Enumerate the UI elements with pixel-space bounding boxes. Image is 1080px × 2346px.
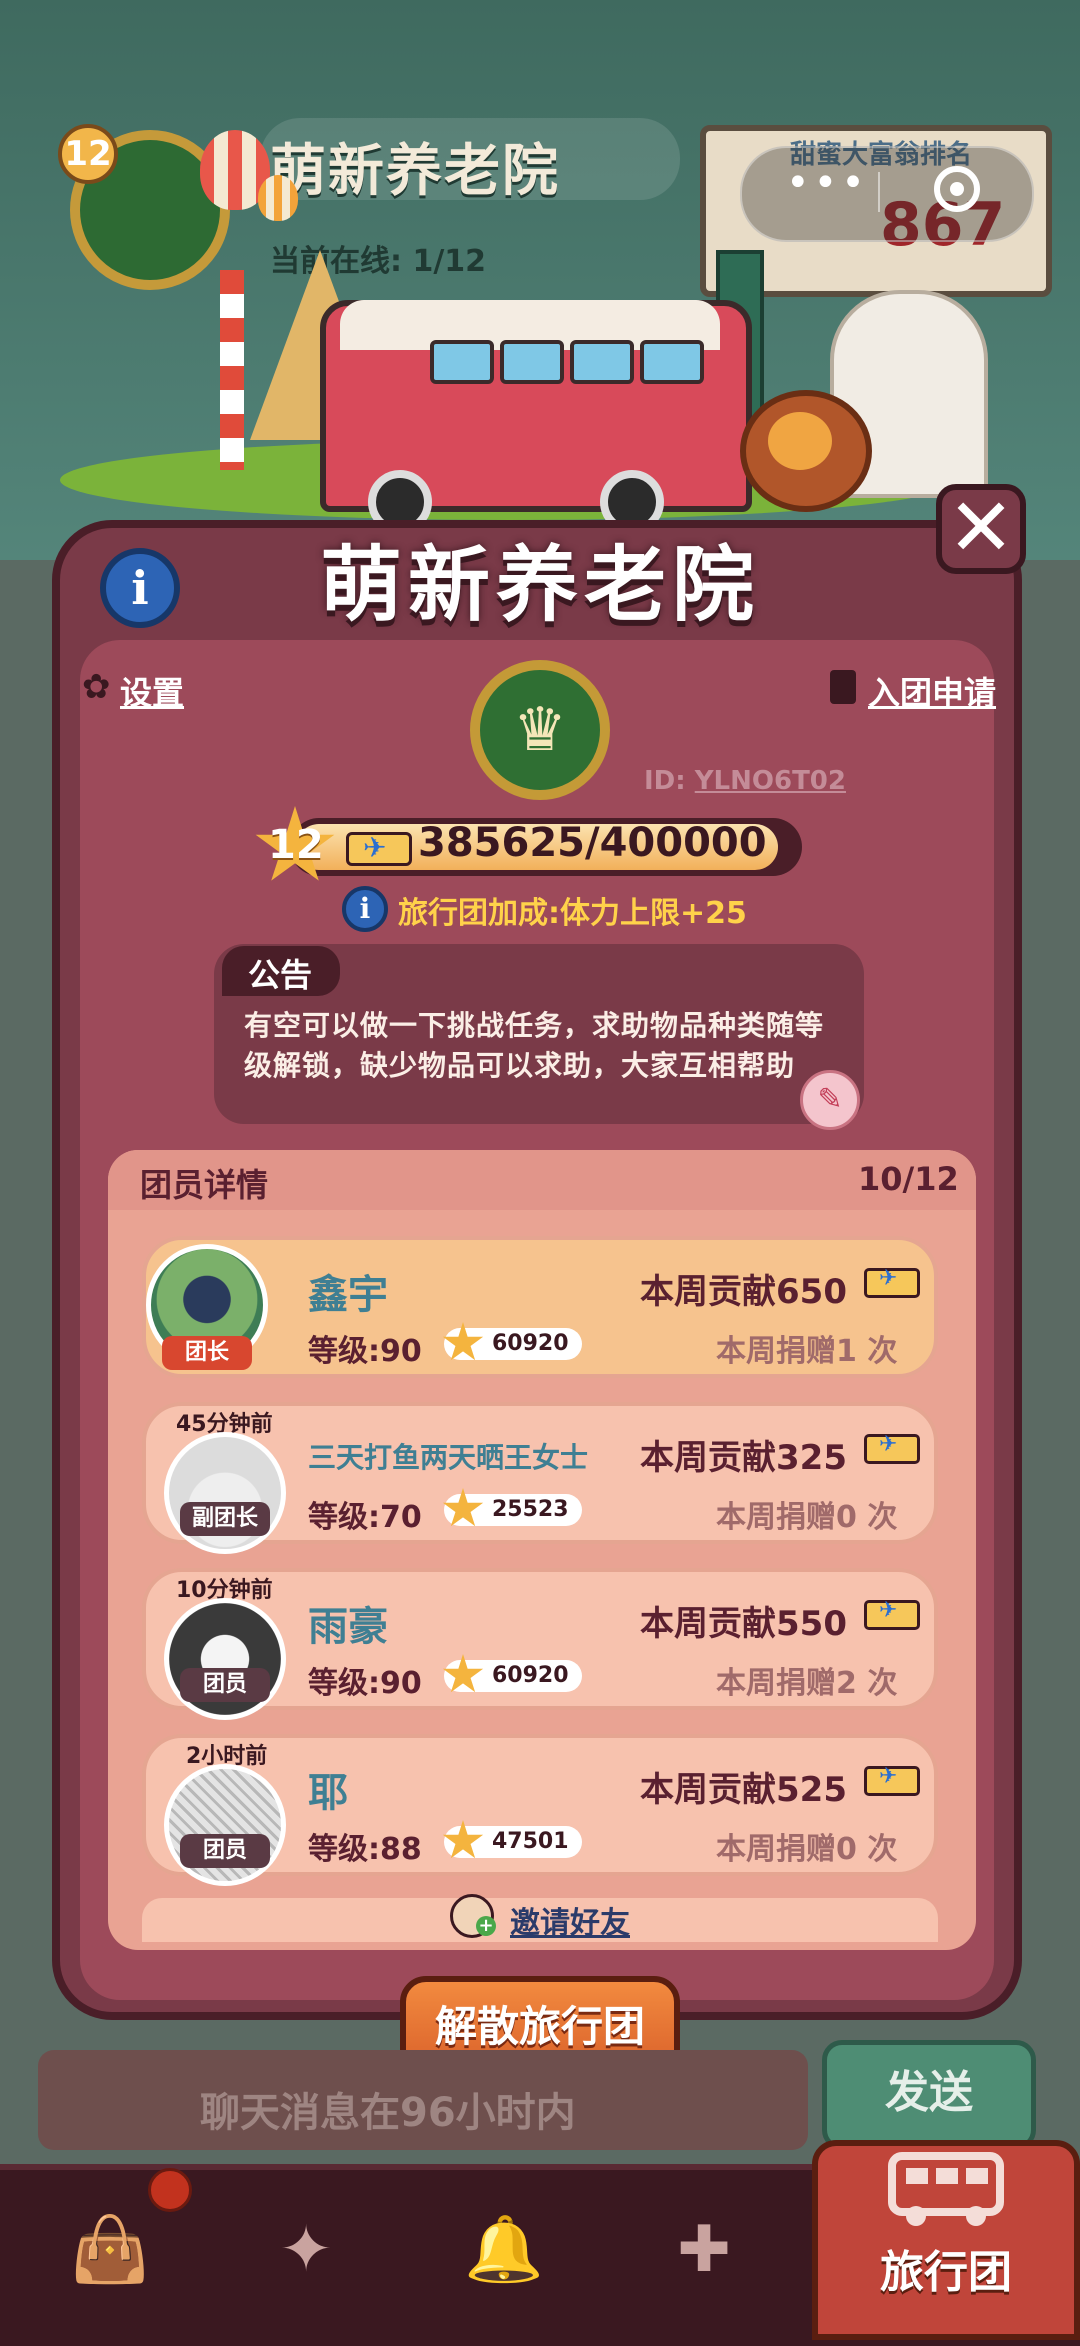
- bus-window: [570, 340, 634, 384]
- nav-map[interactable]: ✚: [634, 2190, 774, 2310]
- more-dots-icon[interactable]: •••: [786, 160, 869, 206]
- chat-placeholder: 聊天消息在96小时内: [200, 2090, 576, 2136]
- bonus-info-icon[interactable]: i: [342, 886, 388, 932]
- role-badge: 团员: [180, 1668, 270, 1702]
- weekly-contribution: 本周贡献525: [640, 1770, 847, 1810]
- bus-window: [640, 340, 704, 384]
- weekly-donations: 本周捐赠1 次: [716, 1334, 898, 1369]
- ticket-icon: [346, 831, 412, 866]
- role-badge: 团员: [180, 1834, 270, 1868]
- info-icon[interactable]: i: [100, 548, 180, 628]
- notification-dot: [148, 2168, 192, 2212]
- plus-icon: +: [476, 1916, 496, 1936]
- nav-travel-group-label: 旅行团: [880, 2247, 1012, 2298]
- weekly-donations: 本周捐赠0 次: [716, 1500, 898, 1535]
- edit-pencil-icon[interactable]: ✎: [800, 1070, 860, 1130]
- group-id-value[interactable]: YLNO6T02: [695, 766, 846, 796]
- tokyo-tower-icon: [220, 270, 244, 470]
- small-balloon-icon: [258, 175, 298, 221]
- group-id[interactable]: ID: YLNO6T02: [644, 766, 846, 796]
- group-xp-text: 385625/400000: [418, 820, 767, 866]
- send-button[interactable]: 发送: [822, 2040, 1036, 2150]
- target-circle-icon[interactable]: [934, 166, 980, 212]
- member-name: 鑫宇: [308, 1272, 388, 1318]
- members-count: 10/12: [858, 1160, 959, 1198]
- weekly-donations: 本周捐赠0 次: [716, 1832, 898, 1867]
- notice-title: 公告: [248, 956, 313, 994]
- role-badge: 副团长: [180, 1502, 270, 1536]
- weekly-donations: 本周捐赠2 次: [716, 1666, 898, 1701]
- group-bonus-text: 旅行团加成:体力上限+25: [398, 896, 747, 931]
- bus-icon: [888, 2152, 1004, 2226]
- member-name: 三天打鱼两天晒王女士: [308, 1441, 589, 1474]
- member-level: 等级:88: [308, 1832, 422, 1867]
- close-button[interactable]: ✕: [936, 484, 1026, 574]
- weekly-contribution: 本周贡献550: [640, 1604, 847, 1644]
- capsule-divider: [878, 172, 880, 212]
- ticket-icon: [864, 1432, 920, 1464]
- group-level-badge-background: 12: [58, 124, 118, 184]
- group-level: 12: [268, 822, 324, 868]
- invite-friends-link[interactable]: 邀请好友: [510, 1898, 630, 1942]
- member-level: 等级:90: [308, 1666, 422, 1701]
- puzzle-pieces-icon: ✦: [279, 2213, 333, 2287]
- join-requests-link[interactable]: 入团申请: [868, 668, 996, 714]
- application-doc-icon[interactable]: [830, 670, 856, 704]
- settings-link[interactable]: 设置: [120, 668, 184, 714]
- ticket-icon: [864, 1598, 920, 1630]
- group-id-prefix: ID:: [644, 766, 686, 796]
- ticket-icon: [864, 1266, 920, 1298]
- member-level: 等级:90: [308, 1334, 422, 1369]
- group-name-background: 萌新养老院: [270, 139, 560, 204]
- gear-icon[interactable]: ✿: [82, 670, 112, 704]
- service-bell-icon: 🔔: [464, 2213, 544, 2287]
- nav-puzzle[interactable]: ✦: [236, 2190, 376, 2310]
- group-crest: ♛: [470, 660, 610, 800]
- notice-text: 有空可以做一下挑战任务，求助物品种类随等级解锁，缺少物品可以求助，大家互相帮助: [244, 1009, 825, 1082]
- member-name: 耶: [308, 1770, 348, 1816]
- bus-window: [430, 340, 494, 384]
- weekly-contribution: 本周贡献650: [640, 1272, 847, 1312]
- crown-icon: ♛: [513, 695, 567, 765]
- members-title: 团员详情: [140, 1166, 269, 1204]
- member-name: 雨豪: [308, 1604, 388, 1650]
- member-level: 等级:70: [308, 1500, 422, 1535]
- mini-program-capsule: [740, 146, 1034, 242]
- ticket-icon: [864, 1764, 920, 1796]
- role-badge: 团长: [162, 1336, 252, 1370]
- lion-face: [768, 412, 832, 470]
- bus-window: [500, 340, 564, 384]
- map-pin-icon: ✚: [677, 2213, 731, 2287]
- weekly-contribution: 本周贡献325: [640, 1438, 847, 1478]
- nav-service[interactable]: 🔔: [434, 2190, 574, 2310]
